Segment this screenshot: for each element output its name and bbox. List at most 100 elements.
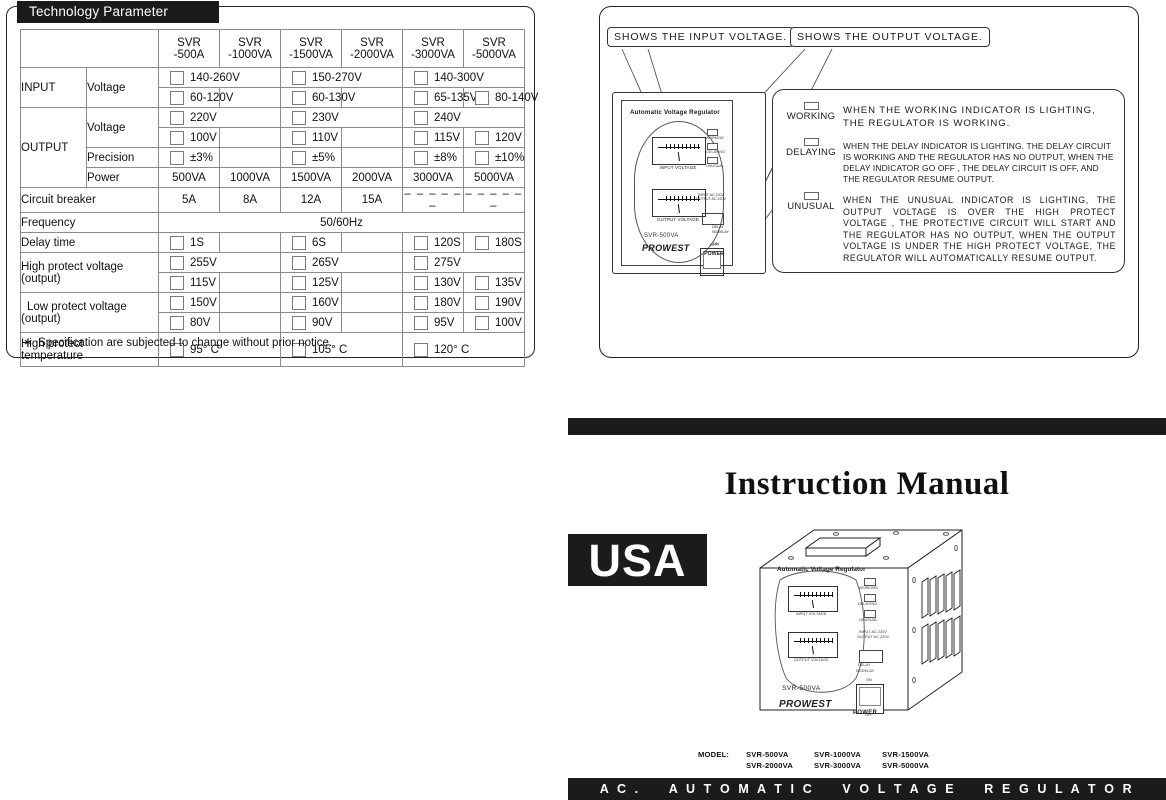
checkbox-delay-1[interactable]: [292, 235, 306, 250]
cell-frequency-label: Frequency: [20, 212, 159, 233]
product-rating-text: INPUT AC 220V OUTPUT AC 220V: [856, 630, 890, 639]
opt-cell[interactable]: 110V: [280, 127, 342, 148]
opt-cell[interactable]: 240V: [402, 107, 525, 128]
checkbox-low-protect-0[interactable]: [170, 295, 184, 310]
checkbox-low-protect-1[interactable]: [292, 295, 306, 310]
checkbox-delay-0[interactable]: [170, 235, 184, 250]
cover-top-bar: [568, 418, 1166, 435]
working-lamp-label: WORKING: [705, 136, 724, 140]
power-switch-label: POWER: [704, 251, 724, 257]
opt-cell[interactable]: ±5%: [280, 147, 342, 168]
opt-cell[interactable]: ±3%: [158, 147, 220, 168]
opt-cell-spacer: [341, 147, 403, 168]
opt-cell-spacer: [341, 232, 403, 253]
checkbox-low-protect-lo-3[interactable]: [475, 315, 489, 330]
cell-power-label: Power: [86, 167, 159, 188]
checkbox-precision-0[interactable]: [170, 150, 184, 165]
indicator-name-unusual: UNUSUAL: [779, 192, 843, 265]
opt-cell[interactable]: 100V: [463, 312, 525, 333]
checkbox-high-temp-2[interactable]: [414, 342, 428, 357]
opt-cell[interactable]: 160V: [280, 292, 342, 313]
checkbox-low-protect-lo-1[interactable]: [292, 315, 306, 330]
opt-cell[interactable]: 6S: [280, 232, 342, 253]
checkbox-output-voltage-0[interactable]: [170, 110, 184, 125]
delay-selector-switch[interactable]: [702, 213, 724, 225]
opt-cell[interactable]: 1S: [158, 232, 220, 253]
opt-cell[interactable]: 120S: [402, 232, 464, 253]
table-row-model: SVR -500A SVR -1000VA SVR -1500VA SVR -2…: [20, 29, 525, 68]
unusual-lamp-label: UNUSUAL: [706, 164, 724, 168]
checkbox-input-voltage-lo-2[interactable]: [414, 90, 428, 105]
checkbox-input-voltage-lo-1[interactable]: [292, 90, 306, 105]
opt-cell[interactable]: 80V: [158, 312, 220, 333]
opt-cell[interactable]: 60-120V: [158, 87, 233, 108]
cell-power-4: 3000VA: [402, 167, 464, 188]
opt-cell[interactable]: 140-260V: [158, 67, 281, 88]
specification-table: SVR -500A SVR -1000VA SVR -1500VA SVR -2…: [20, 29, 538, 367]
checkbox-low-protect-lo-0[interactable]: [170, 315, 184, 330]
opt-cell-spacer: [341, 292, 403, 313]
opt-cell[interactable]: 115V: [158, 272, 220, 293]
checkbox-high-protect-lo-3[interactable]: [475, 275, 489, 290]
checkbox-output-voltage-lo-3[interactable]: [475, 130, 489, 145]
opt-cell[interactable]: 115V: [402, 127, 464, 148]
checkbox-high-protect-1[interactable]: [292, 255, 306, 270]
checkbox-low-protect-3[interactable]: [475, 295, 489, 310]
checkbox-high-protect-lo-1[interactable]: [292, 275, 306, 290]
checkbox-precision-1[interactable]: [292, 150, 306, 165]
opt-cell[interactable]: 180S: [463, 232, 525, 253]
opt-cell[interactable]: 120° C: [402, 332, 525, 367]
opt-cell[interactable]: 265V: [280, 252, 403, 273]
opt-cell[interactable]: 180V: [402, 292, 464, 313]
opt-cell[interactable]: 220V: [158, 107, 281, 128]
opt-cell[interactable]: 230V: [280, 107, 403, 128]
opt-cell[interactable]: 190V: [463, 292, 525, 313]
checkbox-output-voltage-2[interactable]: [414, 110, 428, 125]
opt-cell[interactable]: 60-130V: [280, 87, 355, 108]
opt-cell[interactable]: 275V: [402, 252, 525, 273]
checkbox-high-protect-lo-2[interactable]: [414, 275, 428, 290]
cell-model-label: [20, 29, 159, 68]
opt-cell[interactable]: 90V: [280, 312, 342, 333]
opt-cell[interactable]: 255V: [158, 252, 281, 273]
opt-cell[interactable]: 130V: [402, 272, 464, 293]
opt-cell[interactable]: 120V: [463, 127, 525, 148]
opt-cell[interactable]: 65-135V: [402, 87, 477, 108]
checkbox-high-protect-lo-0[interactable]: [170, 275, 184, 290]
checkbox-input-voltage-2[interactable]: [414, 70, 428, 85]
opt-cell-spacer: [219, 147, 281, 168]
opt-cell[interactable]: 150-270V: [280, 67, 403, 88]
opt-cell[interactable]: 95V: [402, 312, 464, 333]
indicator-name-working: WORKING: [779, 102, 843, 131]
opt-cell[interactable]: 140-300V: [402, 67, 525, 88]
checkbox-precision-3[interactable]: [475, 150, 489, 165]
checkbox-input-voltage-lo-3[interactable]: [475, 90, 489, 105]
indicator-explanation-box: WORKING WHEN THE WORKING INDICATOR IS LI…: [772, 89, 1125, 273]
opt-cell[interactable]: 150V: [158, 292, 220, 313]
checkbox-output-voltage-lo-2[interactable]: [414, 130, 428, 145]
checkbox-input-voltage-lo-0[interactable]: [170, 90, 184, 105]
checkbox-low-protect-2[interactable]: [414, 295, 428, 310]
opt-cell[interactable]: 100V: [158, 127, 220, 148]
opt-cell[interactable]: ±8%: [402, 147, 464, 168]
checkbox-delay-2[interactable]: [414, 235, 428, 250]
unusual-led-icon: [803, 192, 819, 200]
indicator-row-delaying: DELAYING WHEN THE DELAY INDICATOR IS LIG…: [779, 138, 1116, 185]
callout-input-voltage: SHOWS THE INPUT VOLTAGE.: [607, 27, 795, 47]
checkbox-input-voltage-0[interactable]: [170, 70, 184, 85]
checkbox-output-voltage-lo-0[interactable]: [170, 130, 184, 145]
cell-model-0: SVR -500A: [158, 29, 220, 68]
checkbox-input-voltage-1[interactable]: [292, 70, 306, 85]
checkbox-precision-2[interactable]: [414, 150, 428, 165]
delay-switch-labels: DELAY NODELAY: [712, 225, 729, 234]
checkbox-high-protect-0[interactable]: [170, 255, 184, 270]
checkbox-low-protect-lo-2[interactable]: [414, 315, 428, 330]
opt-cell[interactable]: 135V: [463, 272, 525, 293]
checkbox-delay-3[interactable]: [475, 235, 489, 250]
checkbox-high-protect-2[interactable]: [414, 255, 428, 270]
checkbox-output-voltage-lo-1[interactable]: [292, 130, 306, 145]
product-delay-switch[interactable]: [859, 650, 883, 663]
opt-cell[interactable]: ±10%: [463, 147, 525, 168]
opt-cell[interactable]: 125V: [280, 272, 342, 293]
checkbox-output-voltage-1[interactable]: [292, 110, 306, 125]
